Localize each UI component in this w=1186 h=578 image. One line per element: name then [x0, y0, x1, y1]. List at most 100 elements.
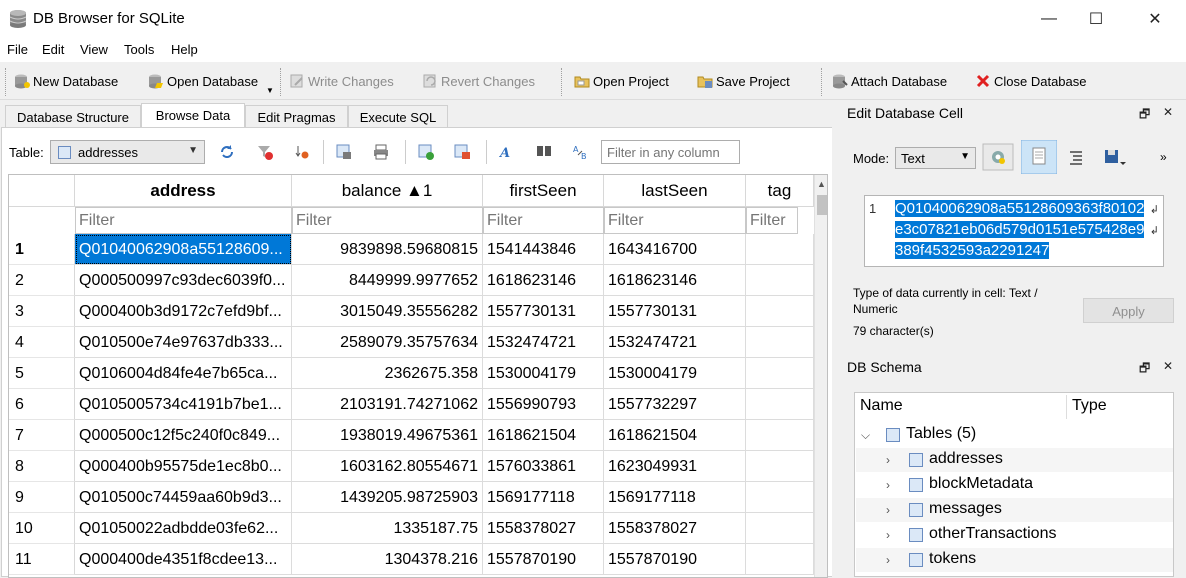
more-tools-icon[interactable]: »	[1160, 150, 1167, 164]
table-cell-address[interactable]: Q000500997c93dec6039f0...	[75, 265, 292, 296]
tree-node-tables[interactable]: ⌵ Tables (5)	[856, 423, 1173, 447]
save-project-button[interactable]: Save Project	[697, 70, 790, 92]
column-header-tag[interactable]: tag	[746, 175, 814, 207]
open-project-button[interactable]: Open Project	[574, 70, 669, 92]
table-cell-lastseen[interactable]: 1557730131	[604, 296, 746, 327]
table-cell-address[interactable]: Q010500c74459aa60b9d3...	[75, 482, 292, 513]
table-cell-address[interactable]: Q000400de4351f8cdee13...	[75, 544, 292, 575]
delete-record-icon[interactable]	[453, 143, 471, 161]
schema-table-item[interactable]: › addresses	[856, 448, 1173, 472]
table-cell-lastseen[interactable]: 1643416700	[604, 234, 746, 265]
row-number[interactable]: 6	[9, 389, 75, 420]
scrollbar-thumb[interactable]	[817, 195, 827, 215]
table-cell-firstseen[interactable]: 1557870190	[483, 544, 604, 575]
schema-table-item[interactable]: › tokens	[856, 548, 1173, 572]
menu-help[interactable]: Help	[171, 42, 198, 57]
chevron-down-icon[interactable]: ⌵	[861, 428, 870, 443]
table-cell-balance[interactable]: 3015049.35556282	[292, 296, 483, 327]
auto-format-icon[interactable]	[980, 140, 1016, 174]
table-cell-lastseen[interactable]: 1623049931	[604, 451, 746, 482]
table-cell-tag[interactable]	[746, 389, 814, 420]
word-wrap-icon[interactable]	[1021, 140, 1057, 174]
table-cell-address[interactable]: Q000400b95575de1ec8b0...	[75, 451, 292, 482]
find-replace-icon[interactable]: AB	[572, 143, 590, 161]
table-cell-lastseen[interactable]: 1557732297	[604, 389, 746, 420]
mode-select[interactable]: Text ▼	[895, 147, 976, 169]
row-number[interactable]: 11	[9, 544, 75, 575]
row-number[interactable]: 5	[9, 358, 75, 389]
table-cell-balance[interactable]: 1439205.98725903	[292, 482, 483, 513]
table-cell-balance[interactable]: 2103191.74271062	[292, 389, 483, 420]
write-changes-button[interactable]: Write Changes	[289, 70, 394, 92]
table-cell-tag[interactable]	[746, 358, 814, 389]
table-cell-balance[interactable]: 1304378.216	[292, 544, 483, 575]
table-cell-lastseen[interactable]: 1618623146	[604, 265, 746, 296]
scroll-up-icon[interactable]: ▲	[817, 179, 826, 189]
close-database-button[interactable]: Close Database	[975, 70, 1087, 92]
cell-value-editor[interactable]: 1 Q01040062908a55128609363f80102e3c07821…	[864, 195, 1164, 267]
vertical-scrollbar[interactable]: ▲	[814, 175, 827, 577]
table-cell-balance[interactable]: 2362675.358	[292, 358, 483, 389]
schema-table-item[interactable]: › otherTransactions	[856, 523, 1173, 547]
table-cell-firstseen[interactable]: 1557730131	[483, 296, 604, 327]
chevron-right-icon[interactable]: ›	[886, 553, 890, 567]
new-database-button[interactable]: New Database	[14, 70, 118, 92]
close-window-button[interactable]: ✕	[1132, 0, 1178, 38]
find-icon[interactable]	[535, 143, 553, 161]
chevron-right-icon[interactable]: ›	[886, 503, 890, 517]
chevron-right-icon[interactable]: ›	[886, 453, 890, 467]
table-cell-firstseen[interactable]: 1530004179	[483, 358, 604, 389]
table-cell-address[interactable]: Q0106004d84fe4e7b65ca...	[75, 358, 292, 389]
table-cell-firstseen[interactable]: 1556990793	[483, 389, 604, 420]
table-cell-lastseen[interactable]: 1530004179	[604, 358, 746, 389]
menu-edit[interactable]: Edit	[42, 42, 64, 57]
open-database-dropdown-icon[interactable]: ▼	[266, 86, 274, 95]
schema-col-type[interactable]: Type	[1072, 397, 1107, 415]
filter-tag-input[interactable]	[746, 207, 798, 234]
apply-button[interactable]: Apply	[1083, 298, 1174, 323]
revert-changes-button[interactable]: Revert Changes	[422, 70, 535, 92]
close-panel-icon[interactable]: ✕	[1163, 359, 1173, 373]
table-cell-firstseen[interactable]: 1532474721	[483, 327, 604, 358]
table-cell-address[interactable]: Q0105005734c4191b7be1...	[75, 389, 292, 420]
tab-execute-sql[interactable]: Execute SQL	[348, 105, 448, 128]
row-header-corner[interactable]	[9, 175, 75, 207]
menu-file[interactable]: File	[7, 42, 28, 57]
schema-col-name[interactable]: Name	[860, 397, 903, 415]
text-format-icon[interactable]: A	[498, 143, 516, 161]
filter-balance-input[interactable]	[292, 207, 483, 234]
table-cell-address[interactable]: Q000500c12f5c240f0c849...	[75, 420, 292, 451]
table-cell-firstseen[interactable]: 1618623146	[483, 265, 604, 296]
row-number[interactable]: 9	[9, 482, 75, 513]
filter-lastseen-input[interactable]	[604, 207, 746, 234]
row-number[interactable]: 1	[9, 234, 75, 265]
tab-database-structure[interactable]: Database Structure	[5, 105, 141, 128]
row-number[interactable]: 3	[9, 296, 75, 327]
table-select[interactable]: addresses ▼	[50, 140, 205, 164]
attach-database-button[interactable]: Attach Database	[832, 70, 947, 92]
menu-view[interactable]: View	[80, 42, 108, 57]
panel-splitter[interactable]	[832, 100, 840, 577]
undock-icon[interactable]: 🗗	[1139, 359, 1150, 380]
tab-browse-data[interactable]: Browse Data	[141, 103, 245, 129]
table-cell-tag[interactable]	[746, 265, 814, 296]
table-cell-firstseen[interactable]: 1541443846	[483, 234, 604, 265]
table-cell-tag[interactable]	[746, 482, 814, 513]
filter-any-column-input[interactable]	[601, 140, 740, 164]
minimize-button[interactable]: —	[1026, 0, 1072, 38]
table-cell-address[interactable]: Q010500e74e97637db333...	[75, 327, 292, 358]
chevron-right-icon[interactable]: ›	[886, 528, 890, 542]
table-cell-lastseen[interactable]: 1618621504	[604, 420, 746, 451]
table-cell-tag[interactable]	[746, 451, 814, 482]
table-cell-balance[interactable]: 9839898.59680815	[292, 234, 483, 265]
table-cell-tag[interactable]	[746, 234, 814, 265]
row-number[interactable]: 7	[9, 420, 75, 451]
table-cell-tag[interactable]	[746, 420, 814, 451]
print-icon[interactable]	[372, 143, 390, 161]
column-header-address[interactable]: address	[75, 175, 292, 207]
export-cell-icon[interactable]	[1096, 140, 1132, 174]
table-cell-balance[interactable]: 2589079.35757634	[292, 327, 483, 358]
indent-format-icon[interactable]	[1058, 140, 1094, 174]
close-panel-icon[interactable]: ✕	[1163, 105, 1173, 119]
refresh-icon[interactable]	[218, 143, 236, 161]
